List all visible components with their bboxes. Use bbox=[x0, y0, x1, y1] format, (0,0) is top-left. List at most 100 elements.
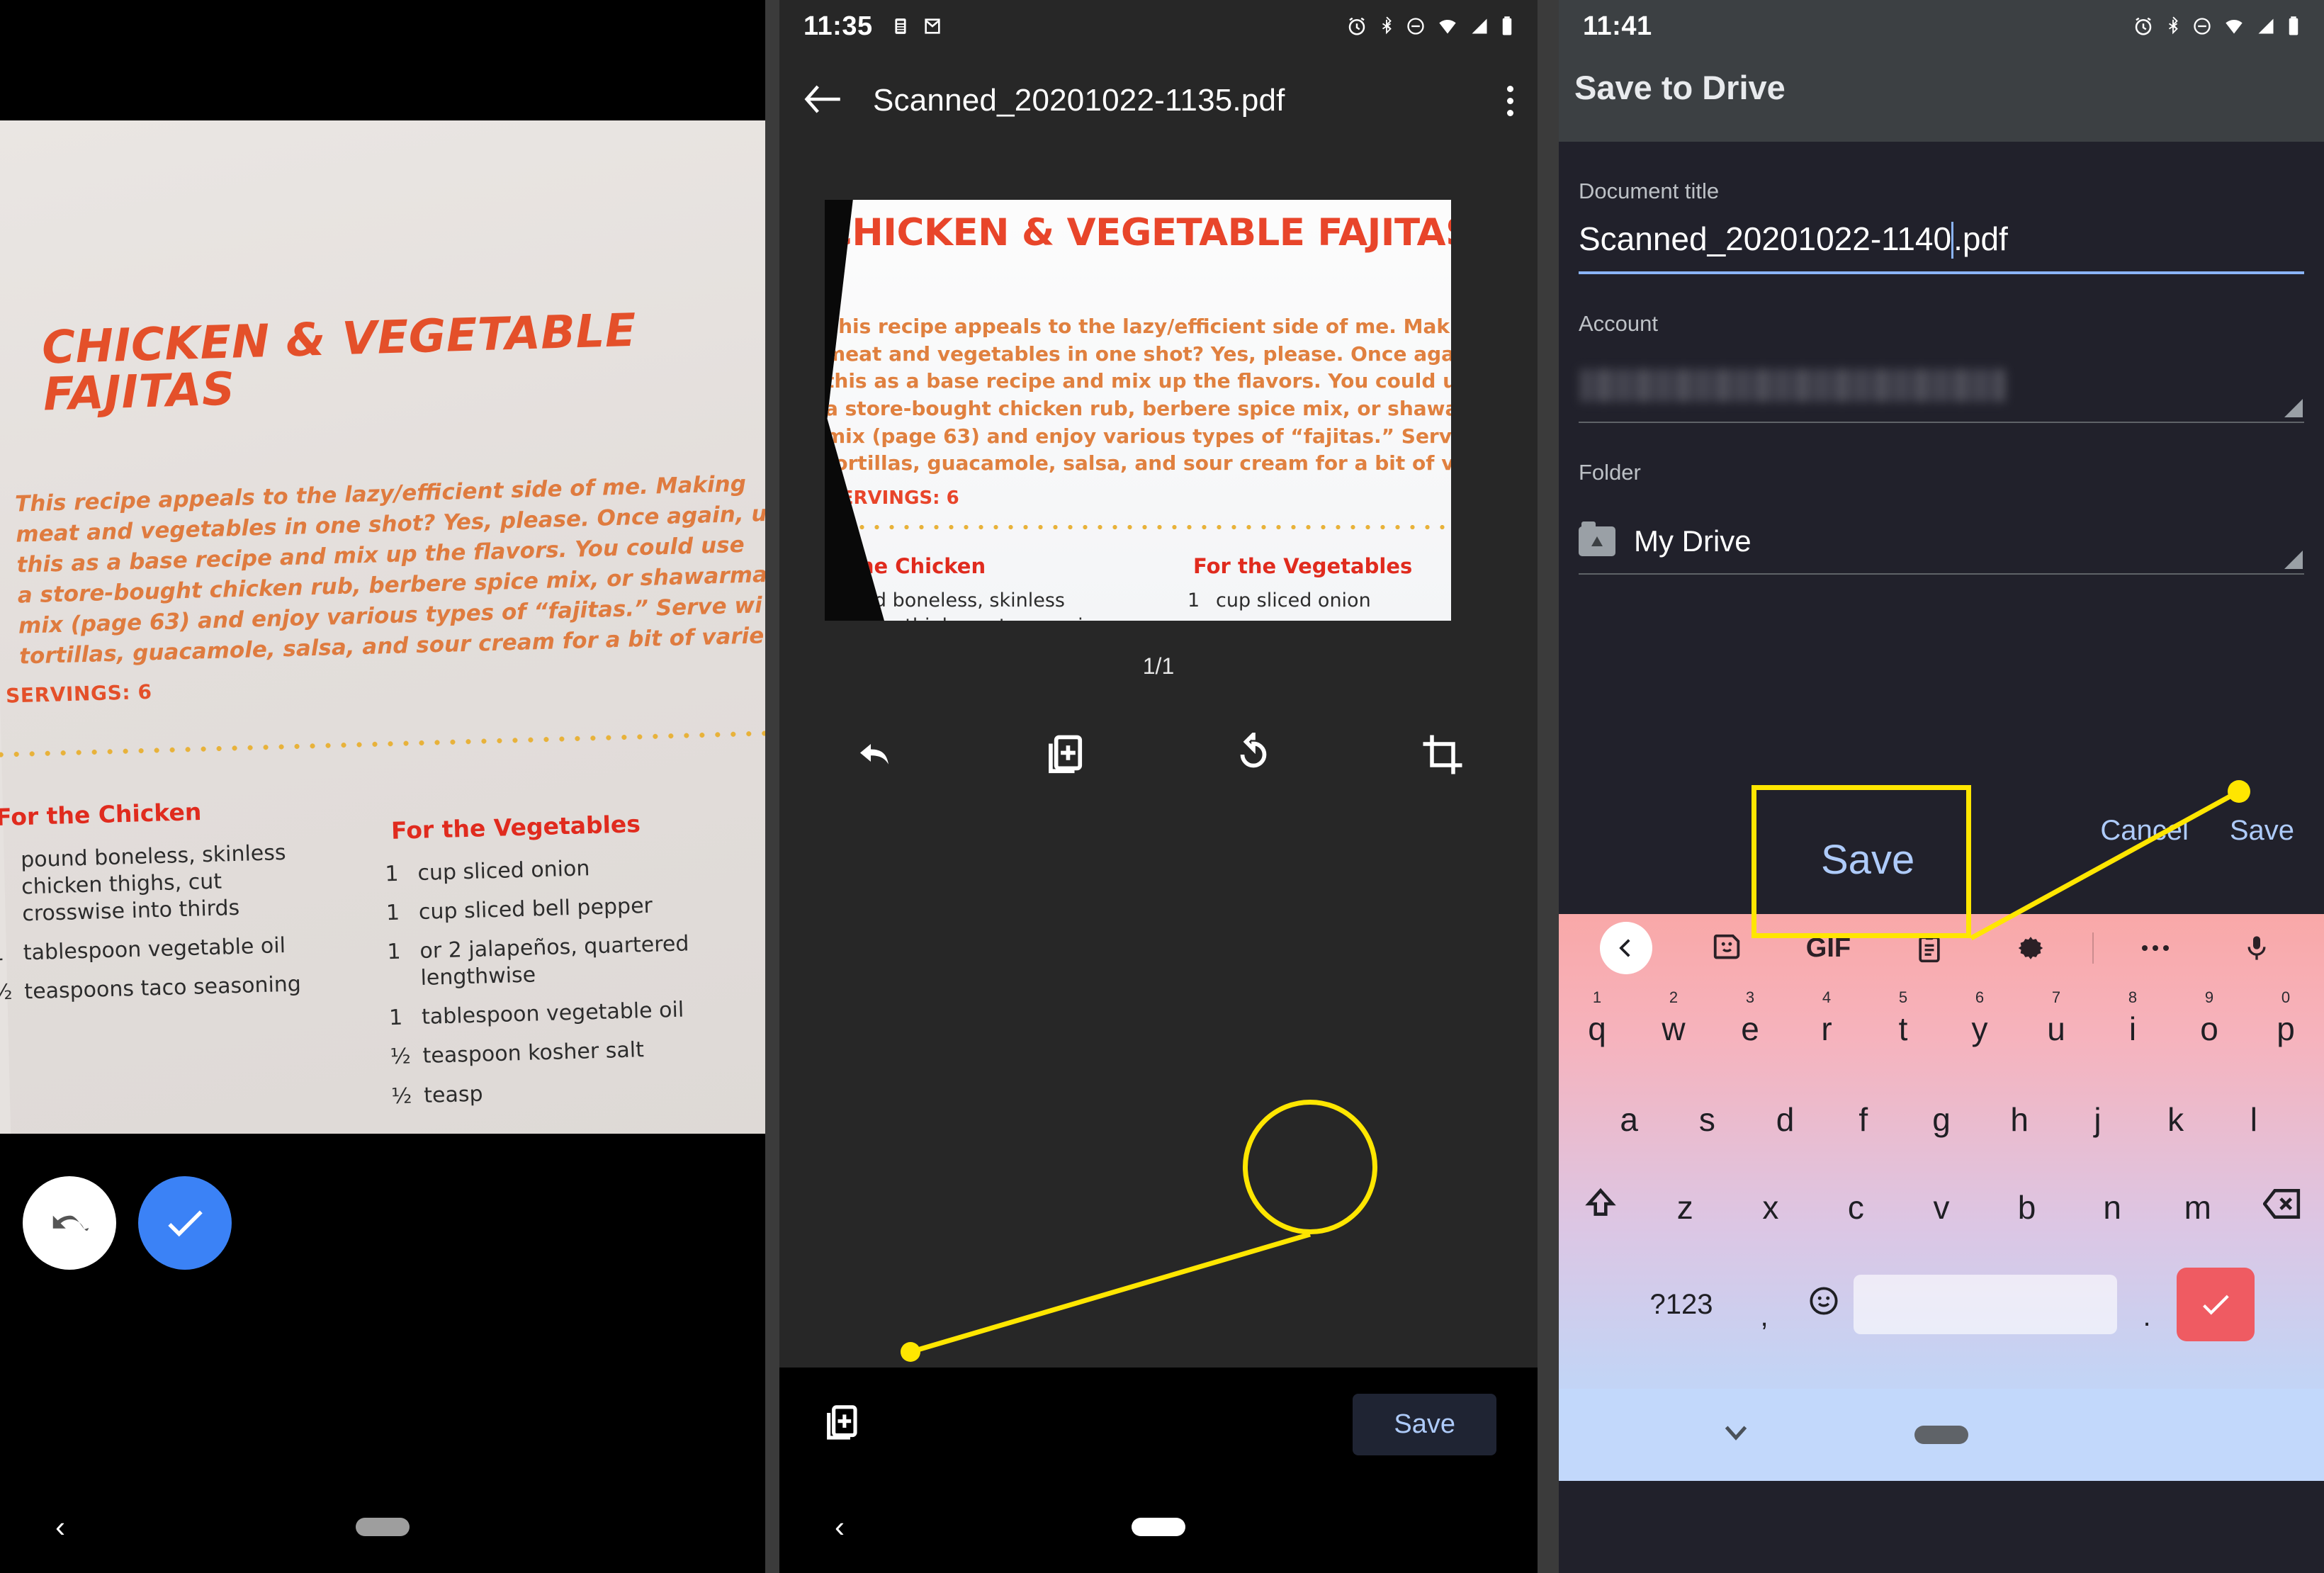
key-r[interactable]: 4r bbox=[1788, 988, 1865, 1048]
key-k[interactable]: k bbox=[2137, 1100, 2215, 1139]
scan-action-bar bbox=[0, 1134, 765, 1332]
key-label: y bbox=[1971, 1010, 1988, 1047]
key-z[interactable]: z bbox=[1642, 1188, 1728, 1227]
recipe-intro-line: meat and vegetables in one shot? Yes, pl… bbox=[825, 342, 1451, 366]
key-y[interactable]: 6y bbox=[1941, 988, 2018, 1048]
key-l[interactable]: l bbox=[2215, 1100, 2293, 1139]
key-f[interactable]: f bbox=[1824, 1100, 1902, 1139]
key-i[interactable]: 8i bbox=[2094, 988, 2171, 1048]
ingredient-text: or 2 jalapeños, quartered lengthwise bbox=[419, 931, 689, 991]
key-j[interactable]: j bbox=[2058, 1100, 2136, 1139]
signal-icon bbox=[2258, 18, 2274, 34]
space-key[interactable] bbox=[1854, 1275, 2117, 1334]
folder-select[interactable]: My Drive bbox=[1579, 509, 2304, 575]
ingredient-text: tablespoon vegetable oil bbox=[421, 998, 684, 1030]
shift-key[interactable] bbox=[1559, 1186, 1642, 1229]
crop-tool-button[interactable] bbox=[1348, 733, 1538, 776]
nav-home-pill[interactable] bbox=[1914, 1426, 1968, 1444]
dot bbox=[1507, 85, 1513, 92]
scanned-photo-preview[interactable]: CHICKEN & VEGETABLE FAJITAS This recipe … bbox=[0, 120, 765, 1134]
preview-recipe-title: CHICKEN & VEGETABLE FAJITAS bbox=[825, 211, 1451, 254]
chevron-down-icon bbox=[1725, 1426, 1747, 1440]
key-w[interactable]: 2w bbox=[1635, 988, 1712, 1048]
key-g[interactable]: g bbox=[1902, 1100, 1980, 1139]
enter-key[interactable] bbox=[2177, 1268, 2255, 1341]
bluetooth-icon bbox=[1382, 16, 1392, 35]
more-options-button[interactable] bbox=[2105, 941, 2206, 955]
system-nav-bar bbox=[1559, 1389, 2324, 1481]
clipboard-button[interactable] bbox=[1879, 932, 1980, 964]
comma-key[interactable]: , bbox=[1734, 1277, 1794, 1333]
gif-button[interactable]: GIF bbox=[1778, 933, 1879, 964]
nav-home-pill[interactable] bbox=[1132, 1518, 1185, 1536]
undo-button[interactable] bbox=[23, 1176, 116, 1270]
rotate-tool-button[interactable] bbox=[1158, 733, 1348, 777]
cancel-button[interactable]: Cancel bbox=[2100, 815, 2189, 847]
key-c[interactable]: c bbox=[1813, 1188, 1899, 1227]
vegetable-ingredient-list: 1 cup sliced onion 1 cup sliced bell pep… bbox=[385, 851, 760, 1122]
document-title-extension: .pdf bbox=[1953, 220, 2008, 257]
backspace-key[interactable] bbox=[2240, 1188, 2324, 1227]
period-key[interactable]: . bbox=[2117, 1277, 2177, 1333]
key-h[interactable]: h bbox=[1980, 1100, 2058, 1139]
folder-name: My Drive bbox=[1634, 524, 1752, 558]
save-button[interactable]: Save bbox=[2230, 815, 2294, 847]
keyboard-back-button[interactable] bbox=[1576, 922, 1677, 974]
do-not-disturb-icon bbox=[1407, 18, 1424, 35]
key-o[interactable]: 9o bbox=[2171, 988, 2247, 1048]
add-page-button[interactable] bbox=[820, 1403, 860, 1446]
keyboard-toolbar: GIF bbox=[1559, 914, 2324, 982]
panel-pdf-preview: 11:35 Scanned_20201022-1135.pdf CHICKEN … bbox=[779, 0, 1538, 1573]
recipe-intro-line: mix (page 63) and enjoy various types of… bbox=[825, 424, 1451, 448]
key-p[interactable]: 0p bbox=[2247, 988, 2324, 1048]
key-n[interactable]: n bbox=[2070, 1188, 2155, 1227]
key-b[interactable]: b bbox=[1984, 1188, 2070, 1227]
undo-tool-button[interactable] bbox=[779, 733, 969, 776]
list-item: ½ teaspoon kosher salt bbox=[390, 1034, 759, 1071]
drive-header: 11:41 Save to Drive bbox=[1559, 0, 2324, 142]
preview-recipe-intro: This recipe appeals to the lazy/efficien… bbox=[825, 313, 1451, 478]
key-q[interactable]: 1q bbox=[1559, 988, 1635, 1048]
key-alt-number: 4 bbox=[1822, 988, 1832, 1006]
ingredient-text: teaspoons taco seasoning bbox=[23, 971, 302, 1005]
back-button[interactable] bbox=[803, 84, 842, 118]
keyboard-row-4: ?123 , . bbox=[1559, 1251, 2324, 1358]
shift-icon bbox=[1585, 1188, 1616, 1216]
status-notification-icons bbox=[891, 15, 942, 38]
key-label: u bbox=[2047, 1010, 2065, 1047]
nav-home-pill[interactable] bbox=[356, 1518, 410, 1536]
key-v[interactable]: v bbox=[1899, 1188, 1985, 1227]
check-icon bbox=[168, 1210, 203, 1237]
key-alt-number: 1 bbox=[1592, 988, 1602, 1006]
key-a[interactable]: a bbox=[1590, 1100, 1668, 1139]
account-select[interactable] bbox=[1579, 362, 2304, 423]
key-s[interactable]: s bbox=[1668, 1100, 1746, 1139]
key-t[interactable]: 5t bbox=[1865, 988, 1941, 1048]
key-x[interactable]: x bbox=[1728, 1188, 1814, 1227]
ingredient-qty: 1 bbox=[1188, 618, 1216, 621]
key-e[interactable]: 3e bbox=[1712, 988, 1788, 1048]
pdf-preview-area: CHICKEN & VEGETABLE FAJITAS This recipe … bbox=[779, 149, 1538, 1056]
sticker-button[interactable] bbox=[1677, 932, 1778, 964]
hide-keyboard-button[interactable] bbox=[1722, 1423, 1750, 1448]
status-bar: 11:41 bbox=[1559, 0, 2324, 52]
more-options-button[interactable] bbox=[1507, 85, 1513, 116]
key-label: r bbox=[1821, 1010, 1832, 1047]
add-page-icon bbox=[827, 1404, 857, 1440]
add-page-tool-button[interactable] bbox=[969, 733, 1159, 777]
key-m[interactable]: m bbox=[2155, 1188, 2240, 1227]
save-button[interactable]: Save bbox=[1353, 1393, 1496, 1455]
voice-input-button[interactable] bbox=[2206, 931, 2307, 965]
symbols-key[interactable]: ?123 bbox=[1628, 1289, 1734, 1321]
key-u[interactable]: 7u bbox=[2018, 988, 2094, 1048]
confirm-button[interactable] bbox=[138, 1176, 232, 1270]
list-item: 1 tablespoon vegetable oil bbox=[389, 995, 758, 1032]
document-title-input[interactable]: Scanned_20201022-1140.pdf bbox=[1579, 220, 2304, 274]
key-d[interactable]: d bbox=[1746, 1100, 1824, 1139]
account-label: Account bbox=[1579, 311, 1659, 336]
keyboard-settings-button[interactable] bbox=[1980, 932, 2081, 964]
undo-icon bbox=[52, 1215, 89, 1231]
emoji-key[interactable] bbox=[1794, 1285, 1854, 1324]
panel-scan-confirm: CHICKEN & VEGETABLE FAJITAS This recipe … bbox=[0, 0, 765, 1573]
pdf-page-thumbnail[interactable]: CHICKEN & VEGETABLE FAJITAS This recipe … bbox=[825, 200, 1451, 621]
